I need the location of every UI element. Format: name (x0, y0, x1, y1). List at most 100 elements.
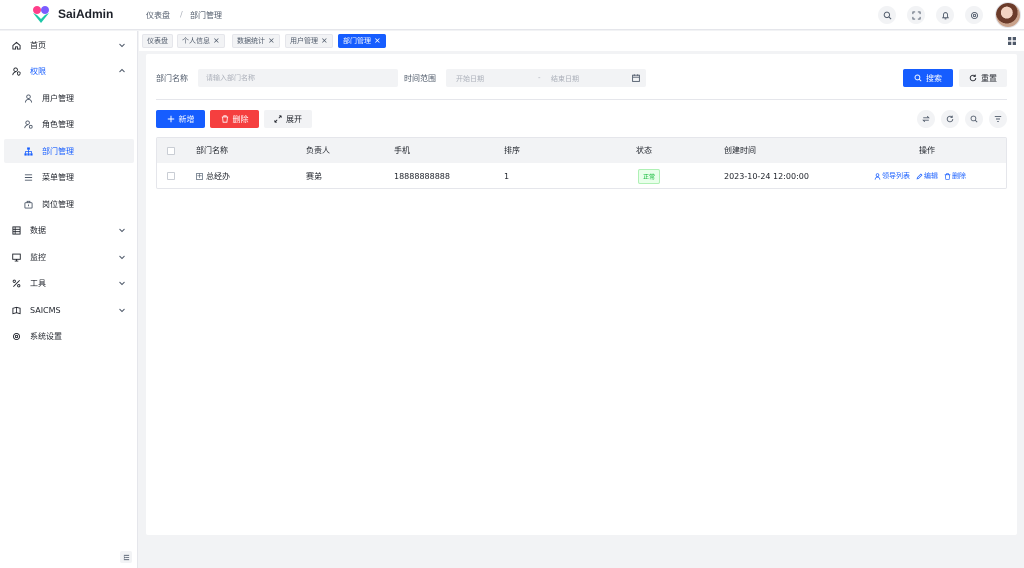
column-header: 排序 (504, 146, 520, 155)
start-date-placeholder: 开始日期 (456, 75, 484, 83)
sidebar-item-label: 权限 (30, 66, 46, 76)
phone-cell: 18888888888 (394, 171, 450, 181)
column-header: 创建时间 (724, 146, 756, 155)
row-checkbox[interactable] (167, 172, 175, 180)
sidebar-item-menu-management[interactable]: 菜单管理 (4, 165, 134, 189)
chevron-up-icon (119, 68, 125, 73)
chevron-down-icon (119, 308, 125, 313)
chevron-down-icon (119, 228, 125, 233)
dept-name-input[interactable]: 请输入部门名称 (198, 69, 398, 87)
leader-list-label: 领导列表 (882, 172, 910, 180)
status-badge: 正常 (638, 168, 661, 184)
sidebar-item-saicms[interactable]: SAICMS (4, 298, 134, 322)
sidebar-item-monitor[interactable]: 监控 (4, 245, 134, 269)
table-header: 部门名称 负责人 手机 排序 状态 创建时间 操作 (157, 138, 1006, 163)
reset-button-label: 重置 (981, 73, 997, 83)
search-icon (970, 115, 978, 123)
close-icon[interactable]: × (213, 37, 220, 45)
swap-button[interactable] (917, 110, 935, 128)
time-range-label: 时间范围 (404, 74, 436, 83)
sidebar-item-role-management[interactable]: 角色管理 (4, 112, 134, 136)
breadcrumb-current: 部门管理 (190, 11, 222, 20)
row-checkbox-cell[interactable] (167, 163, 175, 188)
form-divider (156, 99, 1007, 100)
sidebar-item-system-settings[interactable]: 系统设置 (4, 324, 134, 348)
top-header: SaiAdmin 仪表盘 / 部门管理 (0, 0, 1024, 30)
expand-icon (274, 115, 282, 123)
delete-button-label: 删除 (232, 114, 249, 124)
cms-icon (12, 306, 21, 315)
tab-label: 用户管理 (290, 37, 318, 45)
settings-icon (970, 11, 978, 19)
sidebar: 首页 权限 用户管理 角色管理 部门管理 菜单管理 岗位管理 数据 监控 工具 (0, 31, 138, 568)
close-icon[interactable]: × (374, 37, 381, 45)
settings-button[interactable] (965, 6, 983, 24)
department-table: 部门名称 负责人 手机 排序 状态 创建时间 操作 + 总经办 赛弟 18888… (156, 137, 1007, 189)
column-header: 手机 (394, 146, 410, 155)
sidebar-item-label: 监控 (30, 252, 46, 262)
dept-name-label: 部门名称 (156, 74, 188, 83)
search-button[interactable]: 搜索 (903, 69, 953, 87)
sidebar-item-permission[interactable]: 权限 (4, 59, 134, 83)
close-icon[interactable]: × (268, 37, 275, 45)
delete-button[interactable]: 删除 (210, 110, 259, 128)
data-icon (12, 226, 21, 235)
expand-button[interactable]: 展开 (264, 110, 312, 128)
user-avatar[interactable] (995, 2, 1021, 28)
reset-button[interactable]: 重置 (959, 69, 1007, 87)
expand-row-toggle[interactable]: + (196, 172, 203, 180)
sidebar-item-tools[interactable]: 工具 (4, 271, 134, 295)
delete-link[interactable]: 删除 (944, 171, 966, 181)
gear-icon (12, 332, 21, 341)
tab-dashboard[interactable]: 仪表盘 (142, 34, 173, 48)
breadcrumb-home[interactable]: 仪表盘 (146, 10, 170, 21)
sidebar-item-label: 工具 (30, 278, 46, 288)
filter-icon (994, 116, 1002, 122)
table-row: + 总经办 赛弟 18888888888 1 正常 2023-10-24 12:… (157, 163, 1006, 188)
sidebar-item-label: 用户管理 (42, 93, 74, 103)
add-button-label: 新增 (178, 114, 195, 124)
expand-button-label: 展开 (286, 114, 302, 124)
menu-icon (24, 174, 33, 181)
sidebar-item-label: 菜单管理 (42, 172, 74, 182)
sidebar-item-post-management[interactable]: 岗位管理 (4, 192, 134, 216)
leader-list-link[interactable]: 领导列表 (874, 171, 910, 181)
tab-profile[interactable]: 个人信息 × (177, 34, 225, 48)
org-icon (24, 147, 33, 156)
sidebar-collapse-button[interactable] (120, 551, 132, 563)
trash-icon (221, 115, 228, 123)
chevron-down-icon (119, 43, 125, 48)
tab-user-management[interactable]: 用户管理 × (285, 34, 333, 48)
notification-button[interactable] (936, 6, 954, 24)
user-icon (24, 94, 33, 103)
sidebar-item-label: SAICMS (30, 305, 61, 315)
user-icon (874, 172, 881, 180)
column-header: 部门名称 (196, 146, 228, 155)
sidebar-item-home[interactable]: 首页 (4, 33, 134, 57)
sidebar-item-label: 系统设置 (30, 331, 62, 341)
header-search-button[interactable] (878, 6, 896, 24)
date-range-picker[interactable]: 开始日期 - 结束日期 (446, 69, 646, 87)
sidebar-item-label: 岗位管理 (42, 199, 74, 209)
edit-link[interactable]: 编辑 (916, 171, 938, 181)
fullscreen-button[interactable] (907, 6, 925, 24)
calendar-icon (632, 74, 640, 82)
select-all-checkbox[interactable] (167, 146, 175, 155)
grid-icon[interactable] (1007, 36, 1017, 46)
tab-statistics[interactable]: 数据统计 × (232, 34, 280, 48)
select-all-checkbox-cell[interactable] (167, 138, 175, 163)
column-header: 负责人 (306, 146, 330, 155)
add-button[interactable]: 新增 (156, 110, 205, 128)
refresh-button[interactable] (941, 110, 959, 128)
sidebar-item-data[interactable]: 数据 (4, 218, 134, 242)
sidebar-item-department-management[interactable]: 部门管理 (4, 139, 134, 163)
column-settings-button[interactable] (989, 110, 1007, 128)
plus-icon (167, 115, 174, 123)
app-brand[interactable]: SaiAdmin (58, 7, 113, 21)
toggle-search-button[interactable] (965, 110, 983, 128)
tab-label: 仪表盘 (147, 37, 168, 45)
close-icon[interactable]: × (321, 37, 328, 45)
post-icon (24, 200, 33, 209)
sidebar-item-user-management[interactable]: 用户管理 (4, 86, 134, 110)
tab-department-management[interactable]: 部门管理 × (338, 34, 386, 48)
